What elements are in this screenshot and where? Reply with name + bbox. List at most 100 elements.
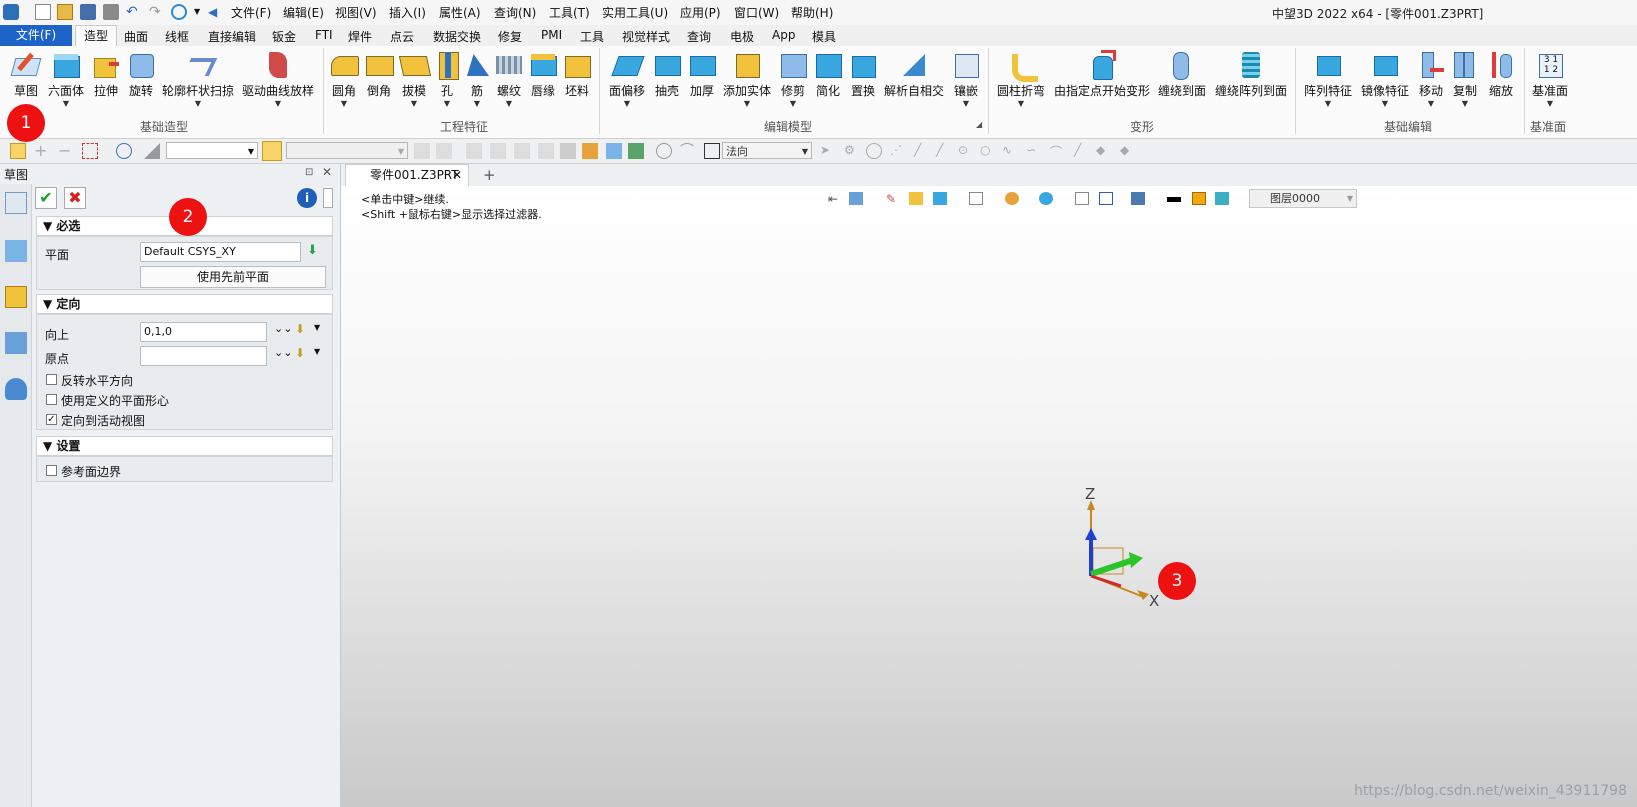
tab-pmi[interactable]: PMI <box>541 28 562 42</box>
expand-icon[interactable]: ⌄⌄ <box>274 346 292 359</box>
tree-icon[interactable] <box>1131 192 1145 205</box>
part-icon[interactable] <box>5 286 27 308</box>
section-icon[interactable] <box>1099 192 1113 205</box>
arc-icon[interactable]: ⌒ <box>1050 143 1066 159</box>
gear-icon[interactable]: ⚙ <box>844 143 860 159</box>
tab-direct-edit[interactable]: 直接编辑 <box>208 28 256 45</box>
tab-mold[interactable]: 模具 <box>812 28 836 45</box>
toolbar-icon[interactable] <box>466 143 482 159</box>
tab-app[interactable]: App <box>772 28 795 42</box>
regen-icon[interactable] <box>171 4 187 20</box>
history-tree-icon[interactable] <box>5 240 27 262</box>
draft-button[interactable]: 拔模 ▼ <box>398 50 432 109</box>
chevron-down-icon[interactable]: ▼ <box>314 347 320 356</box>
curve-icon[interactable]: ∿ <box>1002 143 1018 159</box>
3d-viewport[interactable]: <单击中键>继续. <Shift +鼠标右键>显示选择过滤器. ⇤ ✎ 图层00… <box>341 186 1637 807</box>
new-file-icon[interactable] <box>35 4 51 20</box>
tab-repair[interactable]: 修复 <box>498 28 522 45</box>
user-icon[interactable] <box>5 378 27 400</box>
tab-electrode[interactable]: 电极 <box>730 28 754 45</box>
image-icon[interactable] <box>606 143 622 159</box>
point-icon[interactable]: ⋰ <box>890 143 906 159</box>
drive-curve-loft-button[interactable]: 驱动曲线放样 ▼ <box>242 50 314 109</box>
ok-button[interactable]: ✔ <box>35 187 57 209</box>
copy-button[interactable]: 复制 ▼ <box>1450 50 1480 109</box>
pencil-icon[interactable]: ✎ <box>886 192 900 206</box>
add-tab-icon[interactable]: + <box>483 166 496 184</box>
replace-button[interactable]: 置换 <box>848 50 878 99</box>
layer-icon[interactable] <box>1215 192 1229 205</box>
smart-select-icon[interactable] <box>262 141 282 161</box>
simplify-button[interactable]: 简化 <box>813 50 843 99</box>
circle-icon[interactable]: ⊙ <box>958 143 974 159</box>
frame-icon[interactable] <box>1075 192 1089 205</box>
deform-from-point-button[interactable]: 由指定点开始变形 <box>1054 50 1150 99</box>
use-previous-plane-button[interactable]: 使用先前平面 <box>140 266 326 288</box>
help-icon[interactable] <box>323 188 333 208</box>
wrap-to-face-button[interactable]: 缠绕到面 <box>1156 50 1208 99</box>
inlay-button[interactable]: 镶嵌 ▼ <box>950 50 982 109</box>
minus-icon[interactable]: − <box>58 143 74 159</box>
table-icon[interactable] <box>582 143 598 159</box>
hole-button[interactable]: 孔 ▼ <box>434 50 460 109</box>
image-icon[interactable] <box>628 143 644 159</box>
menu-view[interactable]: 视图(V) <box>335 4 377 21</box>
thread-button[interactable]: 螺纹 ▼ <box>494 50 524 109</box>
tab-inquire[interactable]: 查询 <box>687 28 711 45</box>
toolbar-icon[interactable] <box>414 143 430 159</box>
close-icon[interactable]: ✕ <box>322 165 332 179</box>
toolbar-icon[interactable] <box>538 143 554 159</box>
undo-icon[interactable]: ↶ <box>126 4 142 20</box>
pick-filter-icon[interactable] <box>10 143 26 159</box>
add-solid-button[interactable]: 添加实体 ▼ <box>723 50 771 109</box>
filter-combo[interactable]: ▼ <box>166 142 258 159</box>
box-button[interactable]: 六面体 ▼ <box>46 50 86 109</box>
menu-apps[interactable]: 应用(P) <box>680 4 721 21</box>
revolve-button[interactable]: 旋转 <box>125 50 157 99</box>
filter-icon[interactable] <box>144 143 160 159</box>
link-icon[interactable]: ⌒ <box>680 143 696 159</box>
line-color-swatch[interactable] <box>1167 197 1181 202</box>
pick-icon[interactable]: ⬇ <box>295 322 305 336</box>
render-mode-icon[interactable] <box>1005 192 1019 205</box>
line-icon[interactable]: ╱ <box>914 143 930 159</box>
view-manager-icon[interactable] <box>5 332 27 354</box>
surface-icon[interactable]: ◆ <box>1096 143 1112 159</box>
add-icon[interactable]: + <box>34 143 50 159</box>
menu-inquire[interactable]: 查询(N) <box>494 4 536 21</box>
toolbar-icon[interactable] <box>490 143 506 159</box>
close-icon[interactable]: ✕ <box>452 165 462 186</box>
menu-attribute[interactable]: 属性(A) <box>439 4 481 21</box>
datum-plane-button[interactable]: 3 11 2 基准面 ▼ <box>1530 50 1570 109</box>
tab-pointcloud[interactable]: 点云 <box>390 28 414 45</box>
menu-insert[interactable]: 插入(I) <box>389 4 426 21</box>
info-icon[interactable]: i <box>297 188 317 208</box>
surface-icon[interactable]: ◆ <box>1120 143 1136 159</box>
section-settings-header[interactable]: ▼ 设置 <box>36 436 333 456</box>
tab-sheetmetal[interactable]: 钣金 <box>272 28 296 45</box>
menu-help[interactable]: 帮助(H) <box>791 4 833 21</box>
document-tab[interactable]: 零件001.Z3PRT ✕ <box>345 164 469 186</box>
cancel-button[interactable]: ✖ <box>64 187 86 209</box>
tab-visual-style[interactable]: 视觉样式 <box>622 28 670 45</box>
face-offset-button[interactable]: 面偏移 ▼ <box>608 50 646 109</box>
section-orientation-header[interactable]: ▼ 定向 <box>36 294 333 314</box>
expand-icon[interactable]: ⌄⌄ <box>274 322 292 335</box>
pin-icon[interactable]: ⊡ <box>305 167 313 178</box>
stop-icon[interactable] <box>704 143 720 159</box>
lip-button[interactable]: 唇缘 <box>528 50 558 99</box>
rib-button[interactable]: 筋 ▼ <box>464 50 490 109</box>
tab-modeling[interactable]: 造型 <box>75 25 117 47</box>
cursor-icon[interactable]: ➤ <box>820 143 836 159</box>
move-button[interactable]: 移动 ▼ <box>1416 50 1446 109</box>
chevron-down-icon[interactable]: ▼ <box>314 323 320 332</box>
cylinder-bend-button[interactable]: 圆柱折弯 ▼ <box>995 50 1047 109</box>
origin-field[interactable] <box>140 346 267 366</box>
menu-tools[interactable]: 工具(T) <box>549 4 590 21</box>
file-tab[interactable]: 文件(F) <box>0 25 72 46</box>
scale-button[interactable]: 缩放 <box>1486 50 1516 99</box>
mirror-feature-button[interactable]: 镜像特征 ▼ <box>1360 50 1410 109</box>
line-icon[interactable]: ╱ <box>1074 143 1090 159</box>
reference-boundary-checkbox[interactable] <box>46 465 57 476</box>
play-icon[interactable] <box>866 143 882 159</box>
